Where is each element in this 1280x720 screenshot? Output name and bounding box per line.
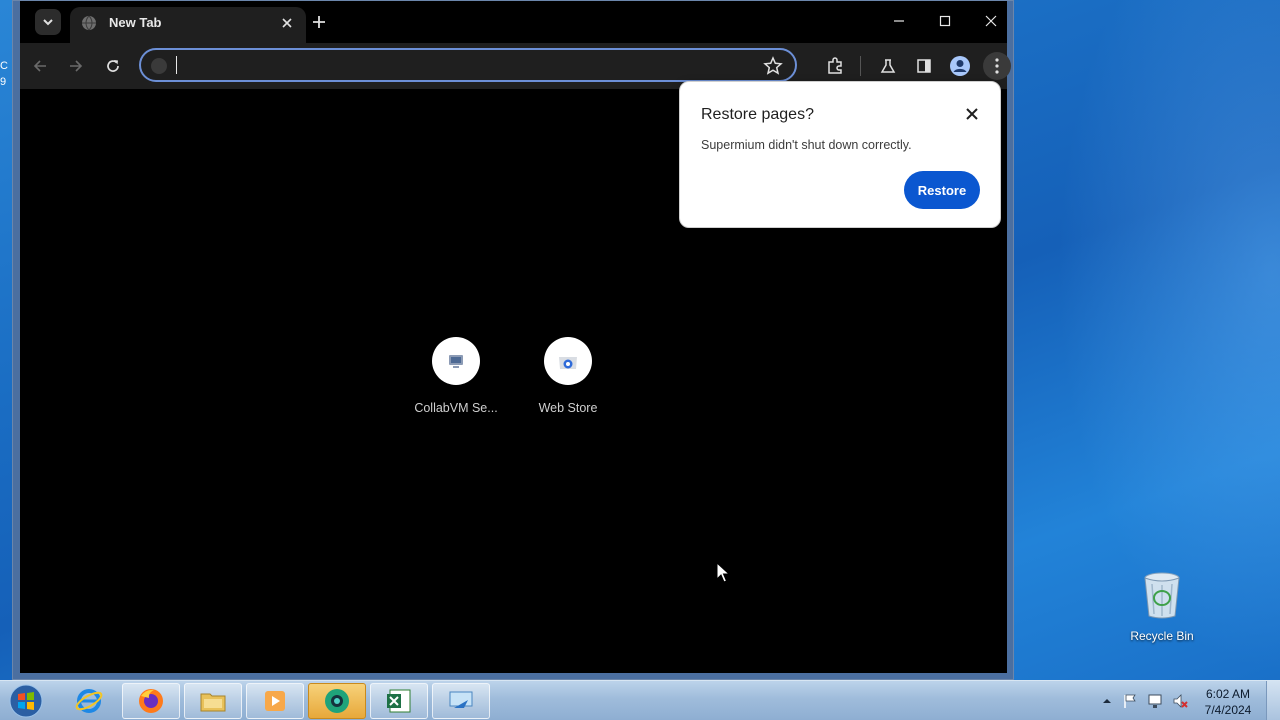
maximize-button[interactable] (925, 7, 965, 35)
media-player-icon (265, 691, 285, 711)
remote-desktop-icon (449, 691, 473, 708)
network-icon (1148, 694, 1162, 708)
back-button[interactable] (26, 52, 54, 80)
mouse-cursor-icon (716, 562, 730, 583)
menu-button[interactable] (983, 52, 1011, 80)
taskbar-supermium[interactable] (308, 683, 366, 719)
shortcut-label: Web Store (538, 401, 598, 415)
minimize-icon (894, 20, 904, 22)
shortcut-favicon (544, 337, 592, 385)
arrow-right-icon (70, 60, 83, 72)
toolbar-divider (860, 56, 861, 76)
tab-close-button[interactable] (278, 14, 296, 32)
web-store-icon (559, 357, 577, 369)
maximize-icon (939, 15, 951, 27)
flask-icon (880, 59, 896, 73)
shortcut-label: CollabVM Se... (414, 401, 498, 415)
labs-button[interactable] (874, 52, 902, 80)
start-button[interactable] (6, 683, 46, 719)
clock-date: 7/4/2024 (1204, 703, 1252, 717)
shortcut-favicon (432, 337, 480, 385)
network-tray[interactable] (1147, 693, 1163, 709)
flag-icon (1124, 694, 1136, 708)
volume-muted-icon (1173, 694, 1188, 708)
puzzle-icon (828, 57, 842, 74)
tab-title: New Tab (109, 15, 162, 30)
close-icon (985, 15, 997, 27)
shortcut-collabvm[interactable]: CollabVM Se... (406, 337, 506, 415)
recycle-bin-label: Recycle Bin (1130, 629, 1194, 643)
firefox-icon (139, 689, 163, 713)
internet-explorer-icon (75, 689, 103, 713)
taskbar: 6:02 AM 7/4/2024 (0, 680, 1280, 720)
dialog-title: Restore pages? (701, 106, 814, 123)
reload-button[interactable] (99, 52, 127, 80)
dialog-message: Supermium didn't shut down correctly. (701, 138, 912, 152)
taskbar-internet-explorer[interactable] (60, 683, 118, 719)
minimize-button[interactable] (879, 7, 919, 35)
show-hidden-icons-button[interactable] (1099, 693, 1115, 709)
close-icon (282, 18, 292, 28)
excel-icon (387, 689, 411, 713)
tab-new-tab[interactable]: New Tab (70, 7, 306, 43)
site-info-icon[interactable] (151, 58, 167, 74)
collabvm-icon (449, 355, 463, 368)
volume-tray[interactable] (1172, 693, 1188, 709)
reload-icon (107, 60, 119, 72)
forward-button[interactable] (62, 52, 90, 80)
close-icon (966, 108, 978, 120)
text-caret (176, 56, 177, 74)
action-center-tray[interactable] (1122, 693, 1138, 709)
chevron-down-icon (43, 19, 53, 26)
taskbar-firefox[interactable] (122, 683, 180, 719)
system-clock[interactable]: 6:02 AM 7/4/2024 (1196, 686, 1260, 718)
restore-button[interactable]: Restore (904, 171, 980, 209)
clock-time: 6:02 AM (1205, 687, 1251, 701)
browser-titlebar: New Tab (20, 1, 1007, 43)
profile-button[interactable] (946, 52, 974, 80)
supermium-icon (325, 689, 349, 713)
shortcut-web-store[interactable]: Web Store (518, 337, 618, 415)
taskbar-media-player[interactable] (246, 683, 304, 719)
close-window-button[interactable] (971, 7, 1011, 35)
more-vertical-icon (995, 58, 999, 74)
plus-icon (313, 16, 325, 28)
tab-search-button[interactable] (35, 9, 61, 35)
show-desktop-button[interactable] (1266, 681, 1280, 720)
address-input[interactable] (175, 54, 735, 76)
new-tab-button[interactable] (308, 11, 330, 33)
globe-icon (82, 15, 96, 31)
taskbar-file-explorer[interactable] (184, 683, 242, 719)
chevron-up-icon (1103, 699, 1111, 703)
windows-orb-icon (9, 684, 43, 718)
extensions-button[interactable] (821, 52, 849, 80)
side-panel-button[interactable] (910, 52, 938, 80)
recycle-bin-desktop-icon[interactable]: Recycle Bin (1122, 570, 1202, 643)
avatar-icon (950, 56, 970, 76)
recycle-bin-icon (1144, 572, 1180, 619)
dialog-close-button[interactable] (962, 104, 982, 124)
bookmark-star-icon[interactable] (763, 56, 783, 76)
taskbar-excel[interactable] (370, 683, 428, 719)
side-panel-icon (917, 59, 931, 73)
arrow-left-icon (33, 60, 46, 72)
restore-pages-dialog: Restore pages? Supermium didn't shut dow… (679, 81, 1001, 228)
taskbar-remote-desktop[interactable] (432, 683, 490, 719)
address-bar[interactable] (139, 48, 797, 82)
folder-icon (200, 693, 226, 712)
